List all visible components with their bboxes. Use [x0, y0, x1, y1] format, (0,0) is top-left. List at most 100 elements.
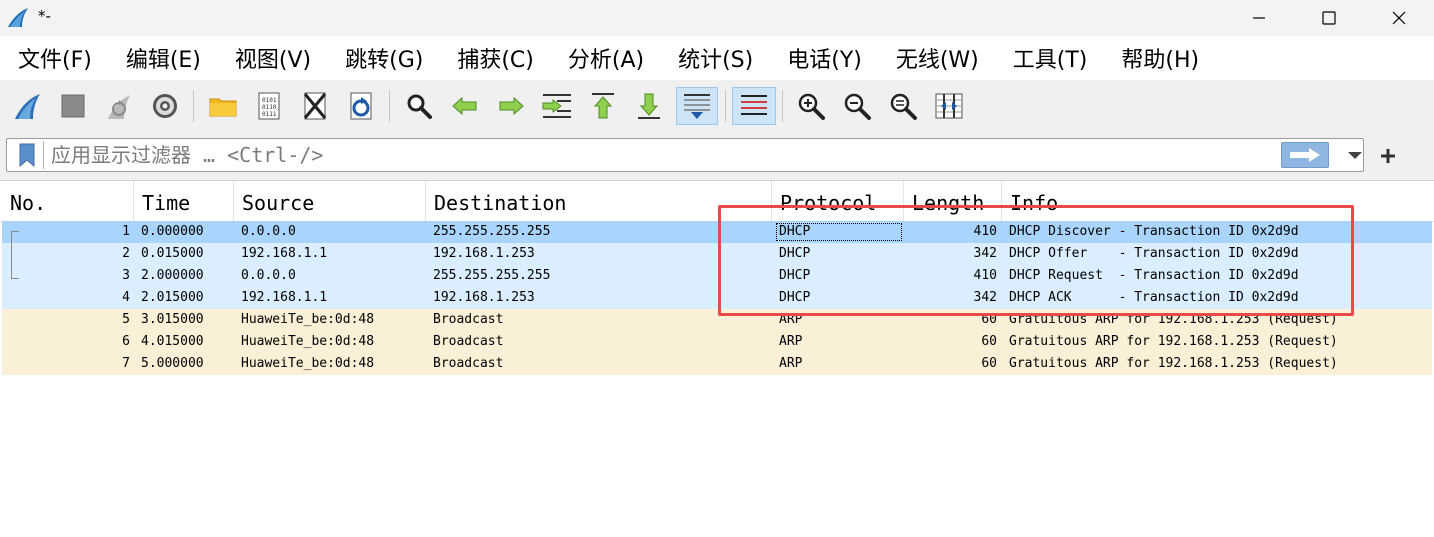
- go-forward-button[interactable]: [492, 87, 530, 125]
- toolbar-separator: [193, 90, 194, 122]
- restart-capture-button[interactable]: [100, 87, 138, 125]
- packet-destination: 192.168.1.253: [433, 290, 535, 305]
- close-file-icon: [303, 92, 327, 120]
- minimize-button[interactable]: [1224, 0, 1294, 36]
- packet-no: 5: [122, 312, 130, 327]
- folder-icon: [209, 98, 237, 117]
- menu-edit[interactable]: 编辑(E): [109, 42, 218, 74]
- bookmark-icon: [19, 143, 35, 168]
- stop-icon: [61, 94, 85, 118]
- binary-file-icon: 0101 0110 0111: [258, 92, 280, 120]
- jump-to-packet-icon: [542, 94, 571, 118]
- autoscroll-icon: [684, 94, 710, 119]
- toolbar-separator: [725, 90, 726, 122]
- plus-icon: [1381, 149, 1395, 163]
- display-filter-bar: [0, 132, 1434, 180]
- reload-icon: [350, 92, 372, 120]
- menu-bar: 文件(F) 编辑(E) 视图(V) 跳转(G) 捕获(C) 分析(A) 统计(S…: [0, 36, 1434, 80]
- menu-capture[interactable]: 捕获(C): [440, 42, 551, 74]
- save-file-button[interactable]: 0101 0110 0111: [250, 87, 288, 125]
- packet-source: HuaweiTe_be:0d:48: [241, 356, 375, 371]
- zoom-normal-icon: [890, 93, 917, 120]
- main-toolbar: 0101 0110 0111: [0, 80, 1434, 132]
- packet-destination: 255.255.255.255: [433, 268, 551, 283]
- shark-fin-icon: [15, 94, 40, 119]
- menu-file[interactable]: 文件(F): [0, 42, 109, 74]
- search-icon: [407, 94, 432, 119]
- add-filter-button[interactable]: [1374, 142, 1402, 170]
- conversation-bracket-start: [11, 231, 19, 232]
- svg-text:0111: 0111: [262, 111, 277, 118]
- menu-help[interactable]: 帮助(H): [1104, 42, 1216, 74]
- packet-source: HuaweiTe_be:0d:48: [241, 312, 375, 327]
- packet-no: 4: [122, 290, 130, 305]
- colorize-button[interactable]: [732, 87, 776, 125]
- packet-destination: Broadcast: [433, 356, 504, 371]
- zoom-normal-button[interactable]: [884, 87, 922, 125]
- minimize-icon: [1253, 17, 1265, 19]
- capture-options-button[interactable]: [146, 87, 184, 125]
- close-file-button[interactable]: [296, 87, 334, 125]
- packet-time: 2.015000: [141, 290, 204, 305]
- column-header-source[interactable]: Source: [234, 181, 426, 221]
- packet-time: 3.015000: [141, 312, 204, 327]
- packet-no: 6: [122, 334, 130, 349]
- zoom-in-icon: [798, 93, 825, 120]
- reload-file-button[interactable]: [342, 87, 380, 125]
- title-bar: *-: [0, 0, 1434, 36]
- close-window-button[interactable]: [1364, 0, 1434, 36]
- packet-row[interactable]: 6 4.015000 HuaweiTe_be:0d:48 Broadcast A…: [2, 331, 1432, 353]
- chevron-down-icon: [1348, 152, 1362, 159]
- packet-no: 1: [122, 224, 130, 239]
- packet-info: Gratuitous ARP for 192.168.1.253 (Reques…: [1009, 334, 1338, 349]
- zoom-out-button[interactable]: [838, 87, 876, 125]
- open-file-button[interactable]: [204, 87, 242, 125]
- display-filter-input[interactable]: [49, 141, 1271, 169]
- packet-info: Gratuitous ARP for 192.168.1.253 (Reques…: [1009, 356, 1338, 371]
- menu-view[interactable]: 视图(V): [218, 42, 328, 74]
- resize-columns-icon: [935, 93, 963, 119]
- filter-history-dropdown[interactable]: [1343, 145, 1367, 167]
- start-capture-button[interactable]: [8, 87, 46, 125]
- packet-length: 60: [981, 356, 997, 371]
- zoom-in-button[interactable]: [792, 87, 830, 125]
- arrow-up-icon: [592, 93, 614, 119]
- maximize-button[interactable]: [1294, 0, 1364, 36]
- stop-capture-button[interactable]: [54, 87, 92, 125]
- zoom-out-icon: [844, 93, 871, 120]
- menu-tools[interactable]: 工具(T): [996, 42, 1105, 74]
- packet-destination: 255.255.255.255: [433, 224, 551, 239]
- packet-time: 2.000000: [141, 268, 204, 283]
- menu-analyze[interactable]: 分析(A): [551, 42, 661, 74]
- arrow-right-icon: [499, 96, 524, 116]
- menu-statistics[interactable]: 统计(S): [661, 42, 770, 74]
- gear-icon: [153, 94, 177, 118]
- packet-source: 0.0.0.0: [241, 224, 296, 239]
- packet-length: 60: [981, 334, 997, 349]
- resize-columns-button[interactable]: [930, 87, 968, 125]
- packet-no: 3: [122, 268, 130, 283]
- svg-text:0101: 0101: [262, 97, 277, 104]
- go-first-button[interactable]: [584, 87, 622, 125]
- find-packet-button[interactable]: [400, 87, 438, 125]
- autoscroll-button[interactable]: [676, 87, 718, 125]
- packet-destination: Broadcast: [433, 312, 504, 327]
- menu-telephony[interactable]: 电话(Y): [770, 42, 879, 74]
- apply-filter-button[interactable]: [1281, 142, 1329, 168]
- column-header-time[interactable]: Time: [134, 181, 234, 221]
- go-last-button[interactable]: [630, 87, 668, 125]
- packet-source: 192.168.1.1: [241, 290, 328, 305]
- go-back-button[interactable]: [446, 87, 484, 125]
- packet-destination: Broadcast: [433, 334, 504, 349]
- maximize-icon: [1322, 11, 1336, 25]
- column-header-no[interactable]: No.: [2, 181, 134, 221]
- menu-wireless[interactable]: 无线(W): [879, 42, 996, 74]
- menu-go[interactable]: 跳转(G): [328, 42, 440, 74]
- packet-row[interactable]: 7 5.000000 HuaweiTe_be:0d:48 Broadcast A…: [2, 353, 1432, 375]
- packet-time: 0.000000: [141, 224, 204, 239]
- display-filter-box: [6, 138, 1364, 172]
- packet-time: 4.015000: [141, 334, 204, 349]
- go-to-packet-button[interactable]: [538, 87, 576, 125]
- filter-bookmark-button[interactable]: [11, 141, 44, 169]
- wireshark-logo-icon: [8, 8, 28, 27]
